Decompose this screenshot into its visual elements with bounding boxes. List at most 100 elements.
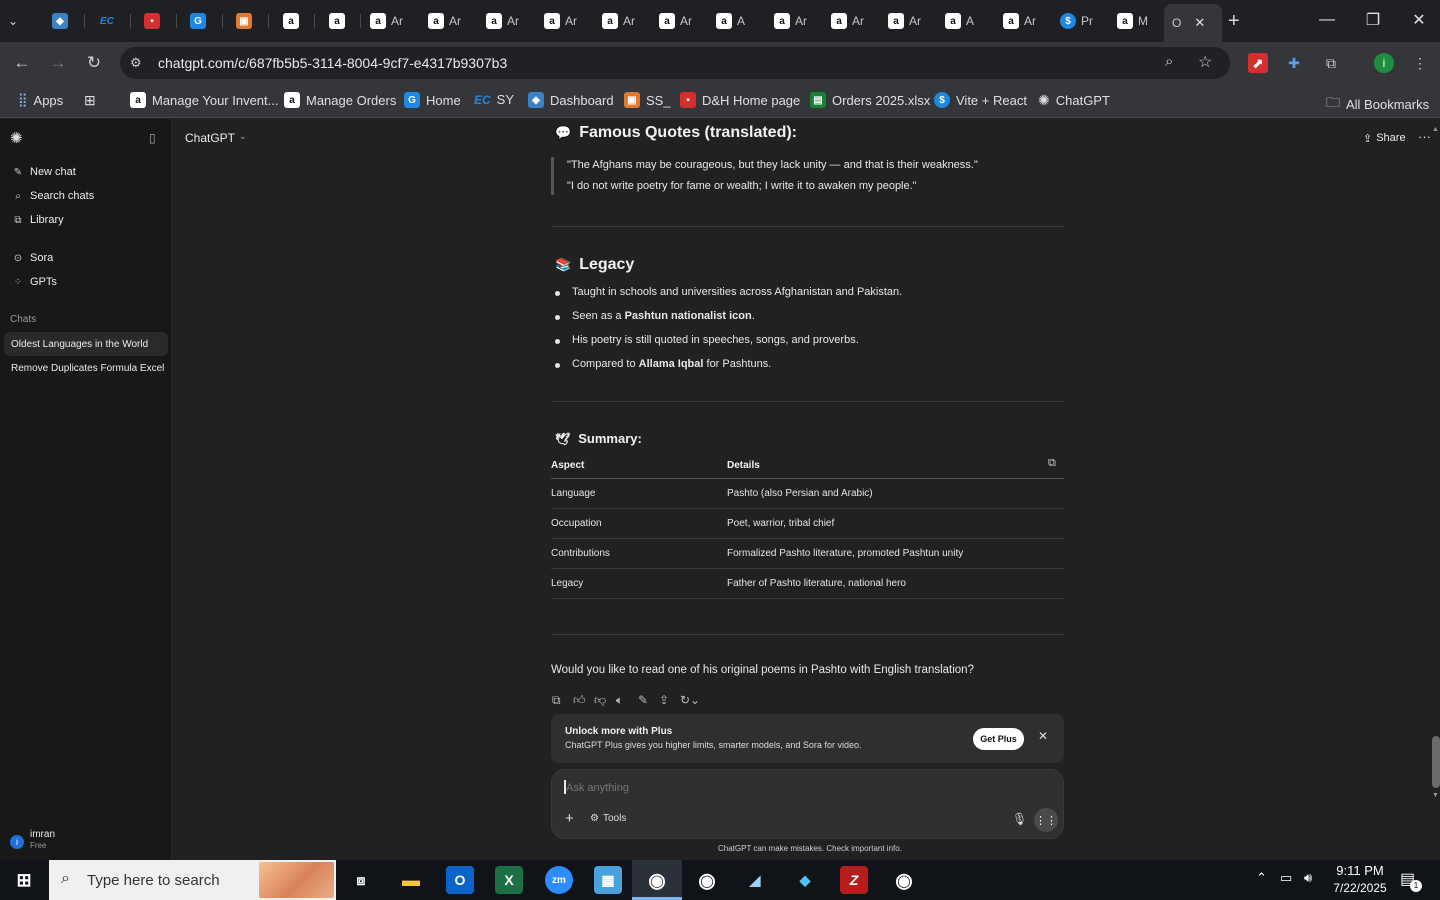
tab-5[interactable]: ▣ (236, 6, 252, 36)
clock-date[interactable]: 7/22/2025 (1330, 881, 1390, 895)
get-plus-button[interactable]: Get Plus (973, 728, 1024, 750)
restore-button[interactable]: ❐ (1358, 8, 1388, 32)
excel-icon[interactable]: X (495, 866, 523, 894)
forward-button[interactable]: → (44, 50, 72, 76)
prompt-input[interactable] (566, 779, 1006, 797)
sora-button[interactable]: ⊙ Sora (12, 252, 53, 264)
chat-item[interactable]: Remove Duplicates Formula Excel (4, 356, 168, 380)
bookmark-vite-react[interactable]: $ Vite + React (934, 92, 1027, 108)
tab-4[interactable]: G (190, 6, 206, 36)
scrollbar[interactable]: ▲ ▼ (1431, 124, 1440, 804)
regenerate-icon[interactable]: ↻⌄ (680, 693, 700, 707)
edit-canvas-icon[interactable]: ✎ (638, 693, 648, 707)
tab-18[interactable]: aA (945, 6, 974, 36)
profile-avatar[interactable]: i (1374, 53, 1394, 73)
taskbar-search[interactable]: ⌕ Type here to search (49, 860, 336, 900)
scroll-down-icon[interactable]: ▼ (1432, 792, 1439, 799)
tab-2[interactable]: EC (97, 6, 117, 36)
scrollbar-thumb[interactable] (1432, 736, 1440, 788)
reload-button[interactable]: ↻ (80, 50, 108, 76)
tab-3[interactable]: ▪ (144, 6, 160, 36)
tab-19[interactable]: a Ar (1003, 6, 1036, 36)
chrome-icon[interactable]: ◉ (643, 866, 671, 894)
outlook-icon[interactable]: O (446, 866, 474, 894)
share-icon[interactable]: ⇪ (659, 693, 669, 707)
zoom-app-icon[interactable]: zm (545, 866, 573, 894)
tab-1[interactable]: ◆ (52, 6, 68, 36)
site-info-icon[interactable]: ⚙ (130, 55, 142, 71)
tab-14[interactable]: aA (716, 6, 745, 36)
new-chat-button[interactable]: ✎ New chat (12, 166, 76, 178)
thumbs-down-icon[interactable]: 👎︎ (594, 693, 606, 708)
chat-item[interactable]: Oldest Languages in the World (4, 332, 168, 356)
task-view-icon[interactable]: ⧈ (347, 866, 375, 894)
bookmark-sy[interactable]: EC SY (474, 92, 514, 107)
microphone-icon[interactable]: 🎙︎ (1012, 812, 1027, 826)
user-profile-button[interactable]: i imran Free (8, 829, 168, 855)
chrome-icon[interactable]: ◉ (693, 866, 721, 894)
close-icon[interactable]: ✕ (1038, 729, 1048, 743)
share-button[interactable]: ⇪ Share (1363, 132, 1406, 145)
tab-8[interactable]: a Ar (370, 6, 403, 36)
file-explorer-icon[interactable]: ▬ (397, 866, 425, 894)
bookmark-chatgpt[interactable]: ✺ ChatGPT (1038, 92, 1110, 109)
tab-13[interactable]: a Ar (659, 6, 692, 36)
plus-icon[interactable]: + (565, 810, 574, 827)
extension-red-icon[interactable]: ⬈ (1248, 53, 1268, 73)
chatgpt-logo-icon[interactable]: ✺ (10, 129, 23, 147)
address-bar[interactable]: ⚙ chatgpt.com/c/687fb5b5-3114-8004-9cf7-… (120, 47, 1230, 79)
tools-button[interactable]: ⚙ Tools (590, 813, 626, 824)
volume-icon[interactable]: 🔊︎ (1304, 870, 1312, 886)
bookmark-orders-xlsx[interactable]: ▤ Orders 2025.xlsx (810, 92, 930, 108)
model-selector[interactable]: ChatGPT ⌄ (185, 131, 247, 145)
bookmark-manage-orders[interactable]: a Manage Orders (284, 92, 396, 108)
tab-15[interactable]: a Ar (774, 6, 807, 36)
copy-icon[interactable]: ⧉ (552, 693, 561, 708)
minimize-button[interactable]: — (1312, 8, 1342, 32)
clock-time[interactable]: 9:11 PM (1330, 863, 1390, 878)
voice-mode-icon[interactable]: ⋮⋮ (1034, 808, 1058, 832)
tab-17[interactable]: a Ar (888, 6, 921, 36)
tab-search-button[interactable]: ⌄ (8, 6, 18, 36)
extensions-puzzle-icon[interactable]: ⧉ (1321, 53, 1341, 73)
bookmark-manage-inventory[interactable]: a Manage Your Invent... (130, 92, 278, 108)
filezilla-icon[interactable]: Z (840, 866, 868, 894)
read-aloud-icon[interactable]: 🔈︎ (616, 693, 623, 708)
start-windows-icon[interactable]: ⊞ (10, 866, 38, 894)
calculator-icon[interactable]: ▦ (594, 866, 622, 894)
sidebar-toggle-icon[interactable]: ▯ (149, 131, 156, 145)
app-hex-icon[interactable]: ◆ (791, 866, 819, 894)
gpts-button[interactable]: ⁘ GPTs (12, 276, 57, 288)
tab-20[interactable]: $ Pr (1060, 6, 1093, 36)
tab-16[interactable]: a Ar (831, 6, 864, 36)
tab-6[interactable]: a (283, 6, 299, 36)
tab-active[interactable]: O ✕ (1164, 4, 1222, 42)
tab-7[interactable]: a (329, 6, 345, 36)
library-button[interactable]: ⧉ Library (12, 214, 63, 226)
all-bookmarks-folder[interactable]: 🗀 All Bookmarks (1326, 92, 1429, 116)
thumbs-up-icon[interactable]: 👍︎ (573, 693, 586, 708)
bookmark-ss[interactable]: ▣ SS_ (624, 92, 671, 108)
chrome-profile-icon[interactable]: ◉ (890, 866, 918, 894)
tab-11[interactable]: a Ar (544, 6, 577, 36)
back-button[interactable]: ← (8, 50, 36, 76)
chevron-up-icon[interactable]: ⌃ (1256, 870, 1267, 886)
new-tab-button[interactable]: + (1228, 6, 1240, 36)
tab-12[interactable]: a Ar (602, 6, 635, 36)
zoom-icon[interactable]: ⌕ (1165, 53, 1173, 70)
close-window-button[interactable]: ✕ (1404, 8, 1434, 32)
network-icon[interactable]: ▭ (1280, 870, 1292, 886)
tab-10[interactable]: a Ar (486, 6, 519, 36)
close-icon[interactable]: ✕ (1194, 15, 1205, 31)
bookmark-star-icon[interactable]: ☆ (1198, 52, 1212, 72)
bookmark-home[interactable]: G Home (404, 92, 461, 108)
url-text[interactable]: chatgpt.com/c/687fb5b5-3114-8004-9cf7-e4… (158, 55, 507, 71)
bookmark-apps[interactable]: ⣿ Apps (18, 92, 63, 108)
remote-app-icon[interactable]: ◢ (741, 866, 769, 894)
scroll-up-icon[interactable]: ▲ (1432, 126, 1439, 133)
more-options-icon[interactable]: ··· (1418, 129, 1431, 144)
tab-9[interactable]: a Ar (428, 6, 461, 36)
search-chats-button[interactable]: ⌕ Search chats (12, 190, 94, 202)
bookmark-tab-groups[interactable]: ⊞ (84, 92, 96, 109)
bookmark-dashboard[interactable]: ◆ Dashboard (528, 92, 614, 108)
